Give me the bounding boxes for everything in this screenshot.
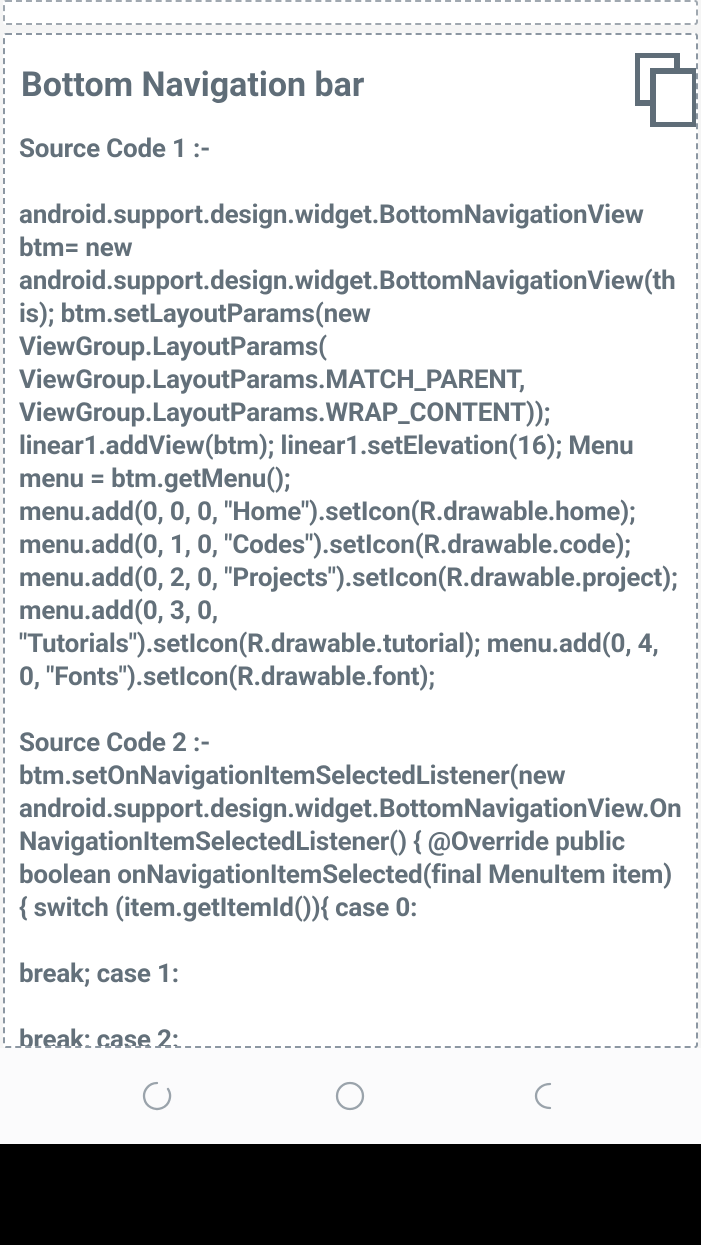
source-code-1-body-b: menu.add(0, 0, 0, "Home").setIcon(R.draw… — [19, 496, 682, 694]
previous-card-peek — [3, 0, 698, 25]
code-content: Source Code 1 :- android.support.design.… — [19, 133, 682, 1048]
source-code-2-body-a: btm.setOnNavigationItemSelectedListener(… — [19, 760, 682, 925]
home-button[interactable] — [333, 1079, 367, 1113]
source-code-2-label: Source Code 2 :- — [19, 727, 682, 760]
source-code-1-body-a: android.support.design.widget.BottomNavi… — [19, 199, 682, 496]
source-code-1-label: Source Code 1 :- — [19, 133, 682, 166]
code-card: Bottom Navigation bar Source Code 1 :- a… — [3, 33, 698, 1048]
source-code-2-body-b: break; case 1: — [19, 958, 682, 991]
recent-apps-button[interactable] — [140, 1079, 174, 1113]
card-title: Bottom Navigation bar — [21, 65, 682, 105]
copy-icon[interactable] — [635, 53, 697, 127]
bottom-black-bar — [0, 1144, 701, 1245]
back-button[interactable] — [527, 1079, 561, 1113]
source-code-2-body-c: break; case 2: — [19, 1024, 682, 1048]
system-navigation-bar — [0, 1048, 701, 1144]
